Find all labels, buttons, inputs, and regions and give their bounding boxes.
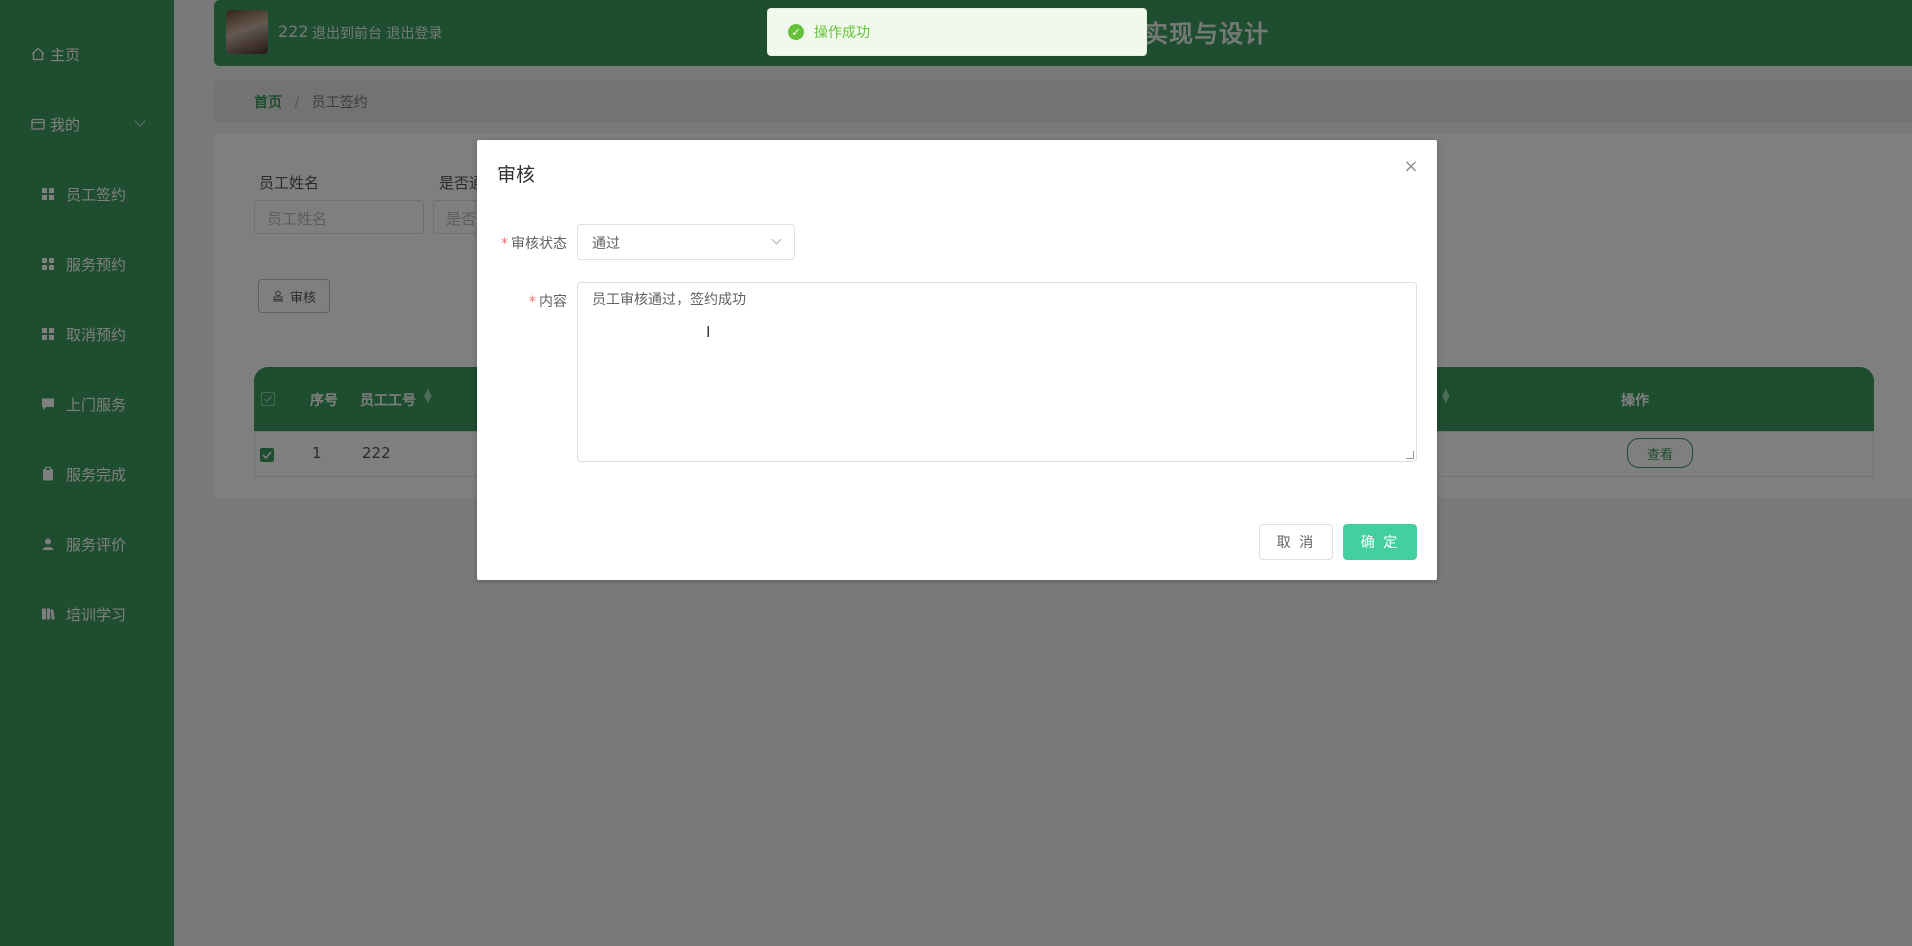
content-textarea[interactable]: 员工审核通过，签约成功 — [577, 282, 1417, 462]
audit-dialog: 审核 × * 审核状态 通过 * 内容 员工审核通过，签约成功 I 取 消 确 定 — [477, 140, 1437, 580]
audit-status-value: 通过 — [592, 236, 620, 252]
close-icon[interactable]: × — [1401, 156, 1421, 177]
resize-handle-icon[interactable] — [1406, 451, 1414, 459]
status-field-label: * 审核状态 — [497, 233, 567, 253]
required-asterisk: * — [529, 294, 536, 310]
required-asterisk: * — [501, 236, 508, 252]
success-toast: ✓ 操作成功 — [767, 8, 1147, 56]
chevron-down-icon — [771, 234, 782, 245]
toast-message: 操作成功 — [814, 25, 870, 41]
content-field-label: * 内容 — [497, 291, 567, 311]
dialog-title: 审核 — [497, 164, 536, 186]
confirm-button[interactable]: 确 定 — [1343, 524, 1417, 560]
cancel-button[interactable]: 取 消 — [1259, 524, 1333, 560]
audit-status-select[interactable]: 通过 — [577, 224, 795, 260]
content-field-label-text: 内容 — [539, 294, 567, 310]
text-cursor-icon: I — [706, 323, 711, 341]
content-text: 员工审核通过，签约成功 — [592, 292, 746, 308]
check-circle-icon: ✓ — [788, 24, 804, 40]
status-field-label-text: 审核状态 — [511, 236, 567, 252]
